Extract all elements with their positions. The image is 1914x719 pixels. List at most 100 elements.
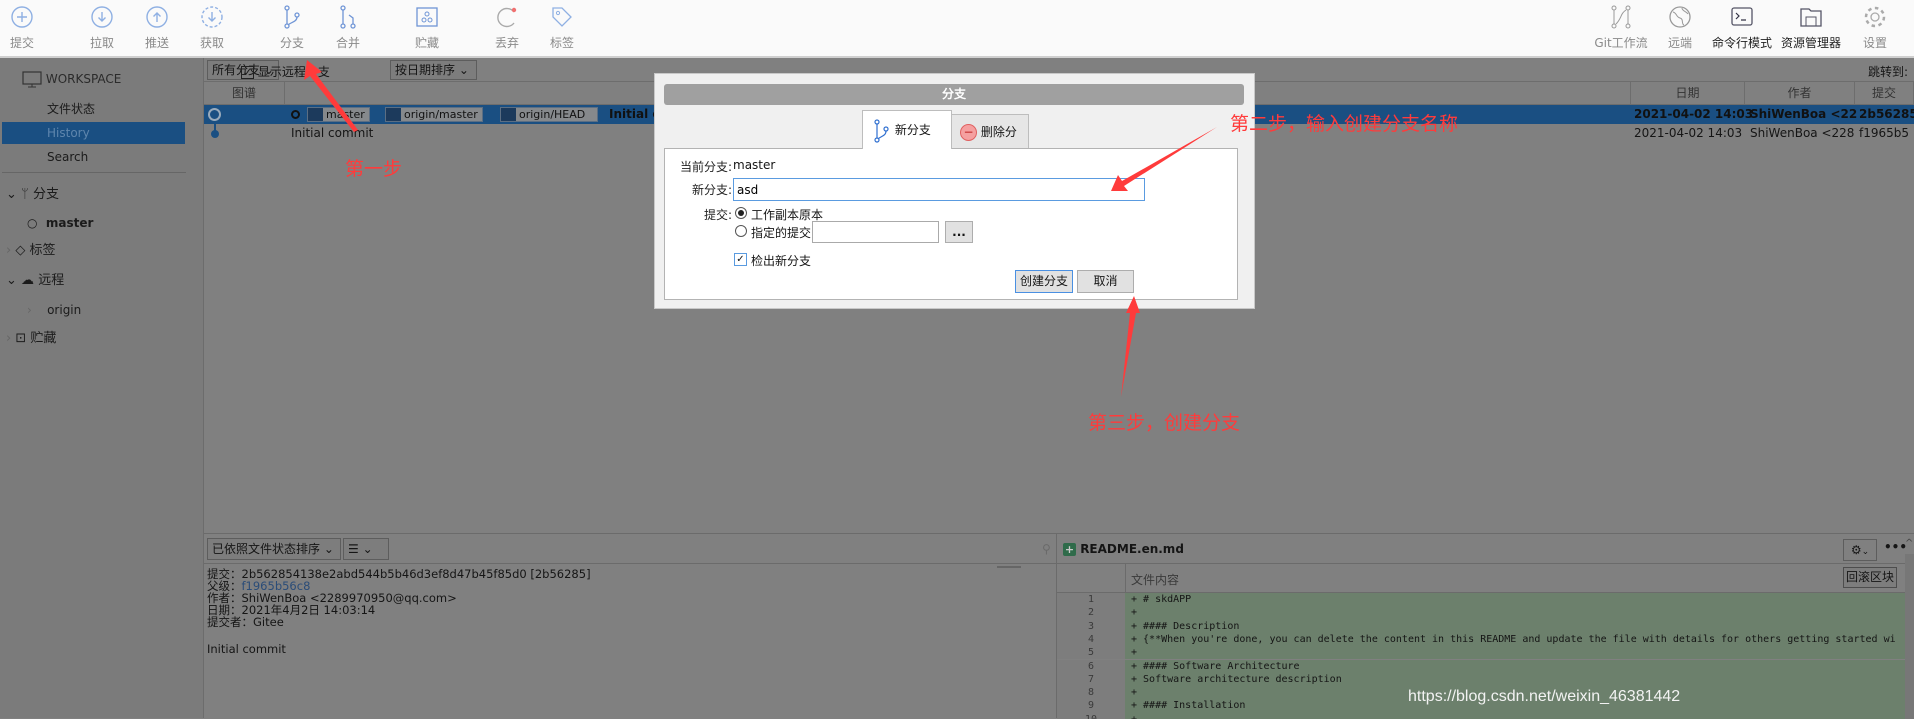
discard-button[interactable]: 丢弃: [477, 4, 537, 51]
commit-details-panel: 已依照文件状态排序 ⌄ ☰ ⌄ ⚲ 提交：2b562854138e2abd544…: [204, 533, 1057, 718]
diff-line: 7 + Software architecture description: [1057, 672, 1905, 687]
detail-message: Initial commit: [207, 642, 286, 656]
diff-line: 4 + {**When you're done, you can delete t…: [1057, 632, 1905, 647]
column-commit[interactable]: 提交: [1855, 82, 1914, 104]
commit-author: ShiWenBoa <22: [1750, 107, 1858, 121]
tag-button[interactable]: 标签: [532, 4, 592, 51]
sidebar-item-origin[interactable]: › origin: [0, 299, 204, 321]
terminal-icon: [1731, 7, 1753, 26]
new-branch-label: 新分支:: [691, 183, 732, 197]
radio-specified-commit[interactable]: [735, 225, 747, 237]
detail-committer: 提交者：Gitee: [207, 615, 284, 629]
chevron-down-icon: ⌄: [1861, 547, 1870, 557]
pull-button[interactable]: 拉取: [72, 4, 132, 51]
line-number: 5: [1057, 646, 1125, 660]
branch-tag: origin/master: [385, 107, 483, 122]
branch-button[interactable]: 分支: [262, 4, 322, 51]
line-number: 4: [1057, 632, 1125, 647]
sidebar-item-history[interactable]: History: [2, 122, 185, 144]
annotation-step3: 第三步，创建分支: [1088, 412, 1241, 434]
browse-commit-button[interactable]: ...: [945, 221, 973, 243]
graph-node-icon: [211, 130, 219, 138]
line-text: + Software architecture description: [1125, 672, 1905, 687]
chevron-down-icon: ⌄: [323, 542, 334, 556]
view-mode-select[interactable]: ☰ ⌄: [343, 538, 389, 560]
plus-circle-icon: [11, 6, 33, 28]
commit-button[interactable]: 提交: [0, 4, 52, 51]
revert-hunk-button[interactable]: 回滚区块: [1843, 567, 1898, 588]
branch-icon: ᛘ: [21, 187, 29, 202]
diff-settings-button[interactable]: ⚙⌄: [1843, 539, 1877, 561]
checkout-checkbox[interactable]: ✓: [734, 253, 747, 266]
settings-button[interactable]: 设置: [1845, 4, 1905, 51]
file-sort-select[interactable]: 已依照文件状态排序 ⌄: [207, 538, 341, 560]
create-branch-button[interactable]: 创建分支: [1015, 270, 1073, 293]
dialog-title: 分支: [664, 84, 1244, 105]
head-marker-icon: [291, 110, 300, 119]
cancel-button[interactable]: 取消: [1077, 270, 1134, 293]
search-icon[interactable]: ⚲: [1042, 542, 1051, 556]
branch-icon: [386, 108, 401, 121]
stash-icon: [416, 7, 438, 27]
line-text: + {**When you're done, you can delete th…: [1125, 632, 1905, 647]
column-file-content: 文件内容: [1131, 573, 1180, 587]
commit-date: 2021-04-02 14:03: [1634, 126, 1743, 140]
sidebar-group-branches[interactable]: ⌄ ᛘ 分支: [0, 184, 204, 206]
more-icon[interactable]: •••: [1884, 540, 1907, 554]
current-branch-label: 当前分支:: [679, 160, 732, 174]
column-author[interactable]: 作者: [1745, 82, 1855, 104]
diff-file-header: + README.en.md: [1063, 542, 1184, 556]
sort-select[interactable]: 按日期排序 ⌄: [390, 60, 477, 80]
remote-button[interactable]: 远端: [1650, 4, 1710, 51]
tab-new-branch[interactable]: 新分支: [862, 110, 952, 149]
chevron-down-icon: ⌄: [6, 273, 17, 288]
divider: [2, 172, 186, 173]
commit-hash: f1965b5: [1859, 126, 1910, 140]
new-branch-input[interactable]: [733, 178, 1145, 201]
show-remote-checkbox[interactable]: ✓ 显示远程分支: [241, 63, 330, 80]
line-text: +: [1125, 646, 1905, 660]
sidebar-item-search[interactable]: Search: [0, 146, 204, 168]
checkbox-checked-icon: ✓: [241, 66, 254, 79]
specified-commit-label: 指定的提交:: [751, 226, 816, 240]
git-flow-button[interactable]: Git工作流: [1586, 4, 1656, 51]
scrollbar[interactable]: [997, 566, 1021, 568]
branch-dialog: 分支 新分支 − 删除分支 当前分支: master 新分支: 提交: 工作副本…: [654, 73, 1255, 309]
tab-delete-branch[interactable]: − 删除分支: [951, 114, 1029, 173]
line-text: + #### Software Architecture: [1125, 659, 1905, 673]
arrow-up-circle-icon: [146, 6, 168, 28]
commit-hash: 2b56285: [1859, 107, 1914, 121]
specified-commit-input[interactable]: [812, 221, 939, 243]
diff-line: 1 + # skdAPP: [1057, 593, 1905, 607]
chevron-down-icon: ⌄: [362, 542, 373, 556]
commit-date: 2021-04-02 14:03: [1634, 107, 1754, 121]
sidebar-item-file-status[interactable]: 文件状态: [0, 98, 204, 120]
column-graph[interactable]: 图谱: [204, 82, 285, 104]
sidebar-group-tags[interactable]: › ◇ 标签: [0, 240, 204, 262]
jump-to-label: 跳转到:: [1867, 65, 1908, 79]
branch-icon: [284, 5, 300, 29]
merge-button[interactable]: 合并: [318, 4, 378, 51]
fetch-button[interactable]: 获取: [182, 4, 242, 51]
radio-working-copy[interactable]: [735, 207, 747, 219]
scrollbar[interactable]: [1905, 554, 1914, 719]
push-button[interactable]: 推送: [127, 4, 187, 51]
column-date[interactable]: 日期: [1630, 82, 1745, 104]
sidebar: WORKSPACE 文件状态 History Search ⌄ ᛘ 分支 ○ m…: [0, 58, 204, 718]
scroll-up-icon[interactable]: ^: [1905, 538, 1913, 549]
terminal-button[interactable]: 命令行模式: [1707, 4, 1777, 51]
line-text: + #### Description: [1125, 619, 1905, 633]
line-text: +: [1125, 606, 1905, 620]
explorer-button[interactable]: 资源管理器: [1776, 4, 1846, 51]
merge-icon: [340, 5, 356, 29]
commit-author: ShiWenBoa <228: [1750, 126, 1855, 140]
sidebar-group-stashes[interactable]: › ⊡ 贮藏: [0, 328, 204, 350]
stash-button[interactable]: 贮藏: [397, 4, 457, 51]
diff-line: 3 + #### Description: [1057, 619, 1905, 633]
sidebar-group-remotes[interactable]: ⌄ ☁ 远程: [0, 270, 204, 292]
graph-node-icon: [208, 108, 221, 121]
diff-line: 5 +: [1057, 646, 1905, 660]
commit-label: 提交:: [703, 208, 732, 222]
sidebar-item-master[interactable]: ○ master: [0, 212, 204, 234]
diff-line: 2 +: [1057, 606, 1905, 620]
